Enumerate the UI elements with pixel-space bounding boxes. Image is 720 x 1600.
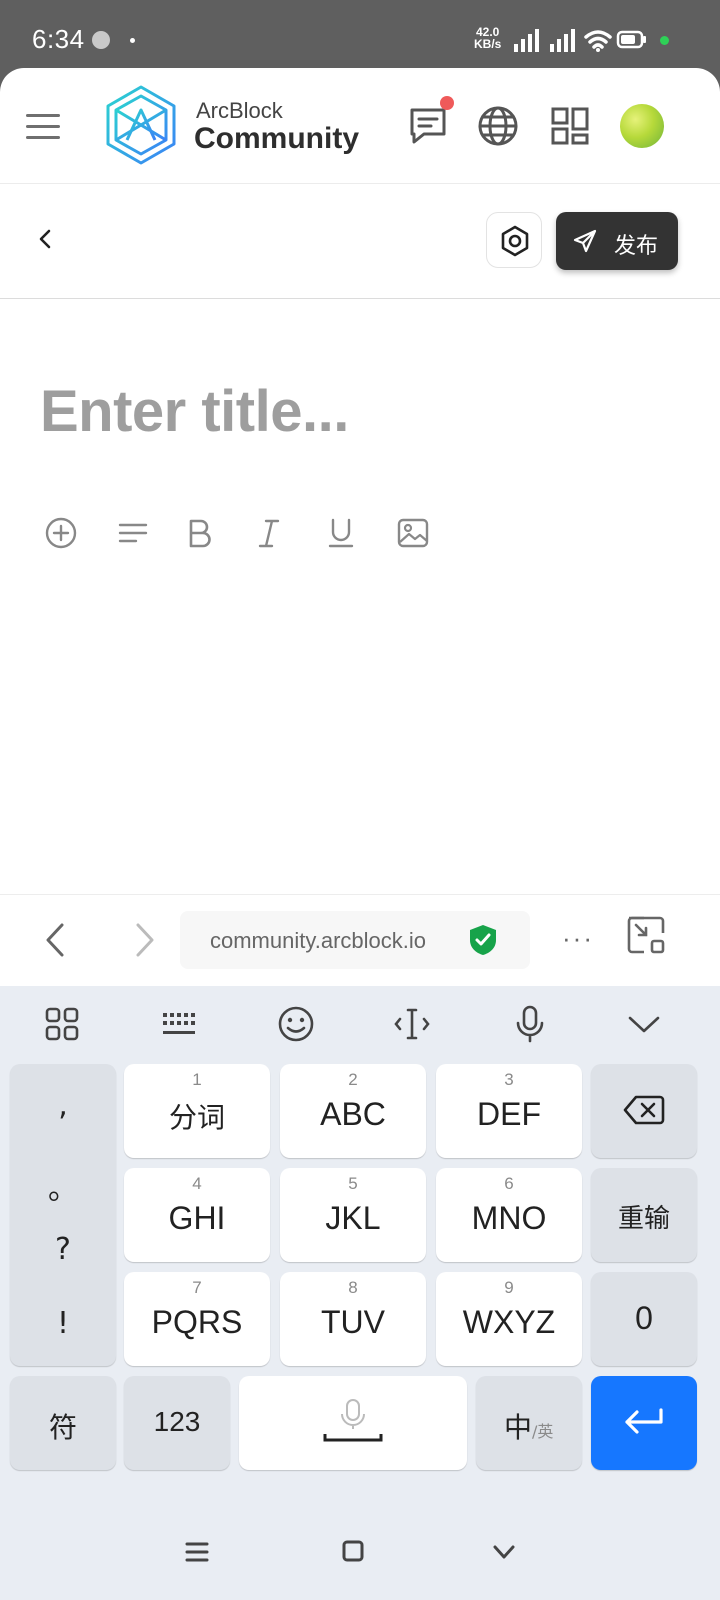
editor-toolbar: 发布 — [0, 184, 720, 299]
backspace-key[interactable] — [591, 1064, 697, 1158]
publish-label: 发布 — [614, 234, 659, 259]
title-input[interactable]: Enter title... — [40, 378, 349, 445]
enter-key[interactable] — [591, 1376, 697, 1470]
system-nav-bar — [0, 1500, 720, 1600]
settings-button[interactable] — [486, 212, 542, 268]
apps-grid-icon[interactable] — [548, 104, 592, 148]
app-header: ArcBlock Community — [0, 68, 720, 184]
key-6[interactable]: 6 MNO — [436, 1168, 582, 1262]
browser-bar: community.arcblock.io ··· — [0, 894, 720, 986]
cursor-icon[interactable] — [392, 1004, 432, 1044]
backspace-icon — [623, 1095, 665, 1125]
exit-fullscreen-icon[interactable] — [626, 915, 666, 955]
wifi-icon — [584, 30, 612, 52]
key-9[interactable]: 9 WXYZ — [436, 1272, 582, 1366]
underline-icon[interactable] — [324, 516, 358, 550]
privacy-indicator-dot — [660, 36, 669, 45]
key-3[interactable]: 3 DEF — [436, 1064, 582, 1158]
back-chevron-icon[interactable] — [30, 224, 60, 254]
home-nav-icon[interactable] — [340, 1538, 366, 1564]
messages-icon[interactable] — [406, 104, 450, 148]
unread-badge — [440, 96, 454, 110]
image-icon[interactable] — [396, 516, 430, 550]
emoji-icon[interactable] — [276, 1004, 316, 1044]
keyboard-icon[interactable] — [160, 1004, 200, 1044]
secure-shield-icon — [470, 925, 496, 955]
apps-icon[interactable] — [42, 1004, 82, 1044]
language-switch-key[interactable]: 中 /英 — [476, 1376, 582, 1470]
space-mic-icon — [323, 1399, 383, 1442]
key-5[interactable]: 5 JKL — [280, 1168, 426, 1262]
signal-icon — [514, 29, 539, 52]
avatar[interactable] — [620, 104, 664, 148]
arcblock-logo-icon[interactable] — [105, 84, 177, 166]
wrench-icon — [92, 31, 110, 49]
italic-icon[interactable] — [252, 516, 286, 550]
status-bar: 6:34 42.0 KB/s — [0, 0, 720, 68]
insert-plus-icon[interactable] — [44, 516, 78, 550]
key-0[interactable]: 0 — [591, 1272, 697, 1366]
brand-name-bottom: Community — [194, 122, 359, 155]
key-8[interactable]: 8 TUV — [280, 1272, 426, 1366]
status-time: 6:34 — [32, 24, 85, 54]
enter-icon — [625, 1408, 663, 1434]
network-speed: 42.0 KB/s — [474, 25, 502, 51]
key-4[interactable]: 4 GHI — [124, 1168, 270, 1262]
brand-name-top: ArcBlock — [196, 98, 283, 123]
menu-icon[interactable] — [26, 114, 60, 140]
url-bar[interactable]: community.arcblock.io — [180, 911, 530, 969]
forward-icon[interactable] — [124, 917, 164, 963]
publish-button[interactable]: 发布 — [556, 212, 678, 270]
bold-icon[interactable] — [182, 516, 216, 550]
key-7[interactable]: 7 PQRS — [124, 1272, 270, 1366]
back-nav-icon[interactable] — [490, 1540, 518, 1564]
space-key[interactable] — [239, 1376, 467, 1470]
collapse-icon[interactable] — [624, 1004, 664, 1044]
mic-icon[interactable] — [510, 1004, 550, 1044]
punctuation-key[interactable]: , 。 ? ! — [10, 1064, 116, 1366]
signal-wifi-battery-icons — [514, 29, 646, 52]
signal-icon — [550, 29, 575, 52]
send-icon — [573, 229, 597, 253]
numbers-key[interactable]: 123 — [124, 1376, 230, 1470]
more-menu-icon[interactable]: ··· — [562, 923, 594, 954]
battery-icon — [616, 30, 646, 49]
paragraph-icon[interactable] — [116, 516, 150, 550]
reenter-key[interactable]: 重输 — [591, 1168, 697, 1262]
url-text: community.arcblock.io — [210, 928, 426, 953]
notification-dot-icon — [130, 38, 135, 43]
settings-hexagon-icon — [501, 225, 529, 257]
menu-nav-icon[interactable] — [184, 1540, 210, 1564]
globe-icon[interactable] — [476, 104, 520, 148]
key-1[interactable]: 1 分词 — [124, 1064, 270, 1158]
symbols-key[interactable]: 符 — [10, 1376, 116, 1470]
back-icon[interactable] — [36, 917, 76, 963]
app-sheet: ArcBlock Community 发布 Enter title... com… — [0, 68, 720, 1600]
key-2[interactable]: 2 ABC — [280, 1064, 426, 1158]
